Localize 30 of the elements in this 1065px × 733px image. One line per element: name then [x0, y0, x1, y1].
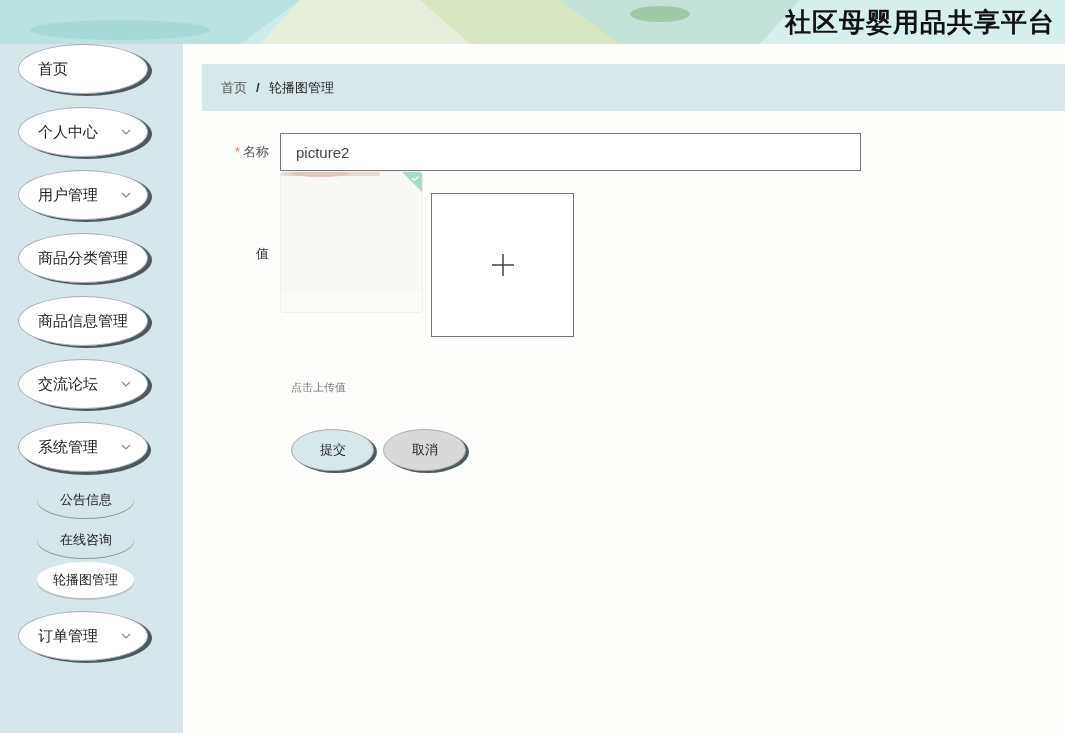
breadcrumb-item[interactable]: 首页 [221, 77, 247, 98]
chevron-down-icon [121, 192, 131, 198]
field-label: 名称 [243, 144, 269, 160]
chevron-down-icon [121, 444, 131, 450]
submenu-item[interactable]: 公告信息 [37, 482, 134, 518]
chevron-down-icon [121, 129, 131, 135]
cancel-button[interactable]: 取消 [383, 429, 466, 471]
required-mark: * [234, 144, 240, 160]
upload-button[interactable] [431, 193, 574, 337]
chevron-down-icon [121, 633, 131, 639]
sidebar-menu-item[interactable]: 个人中心 [18, 107, 148, 157]
submenu-item[interactable]: 在线咨询 [37, 522, 134, 558]
breadcrumb-separator: / [256, 78, 260, 97]
submenu-item[interactable]: 轮播图管理 [37, 562, 134, 598]
chevron-down-icon [121, 381, 131, 387]
sidebar-menu-item[interactable]: 商品信息管理 [18, 296, 148, 346]
submit-button[interactable]: 提交 [291, 429, 374, 471]
sidebar-menu-item[interactable]: 用户管理 [18, 170, 148, 220]
upload-hint: 点击上传值 [291, 381, 346, 393]
sidebar-menu-item[interactable]: 首页 [18, 44, 148, 94]
breadcrumb-item: 轮播图管理 [268, 78, 334, 97]
sidebar-menu-item[interactable]: 订单管理 [18, 611, 148, 661]
sidebar-menu-item[interactable]: 交流论坛 [18, 359, 148, 409]
name-input[interactable]: picture2 [280, 133, 861, 171]
site-title: 社区母婴用品共享平台 [785, 5, 1055, 39]
sidebar-menu-item[interactable]: 系统管理 [18, 422, 148, 472]
check-badge-icon [402, 172, 422, 192]
plus-icon [490, 253, 515, 277]
sidebar-menu-item[interactable]: 商品分类管理 [18, 233, 148, 283]
field-label: 值 [256, 246, 269, 262]
